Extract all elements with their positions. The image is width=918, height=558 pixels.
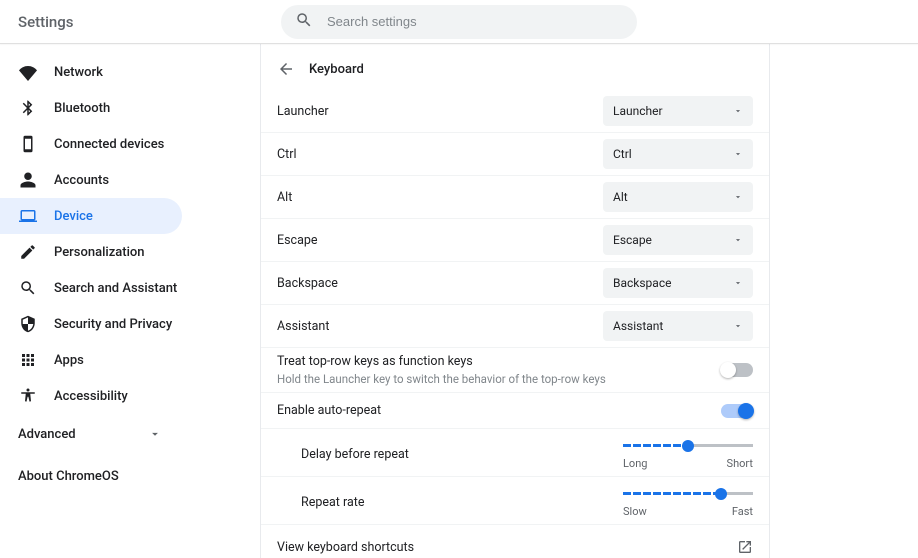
chevron-down-icon (733, 321, 743, 331)
sidebar-item-personalization[interactable]: Personalization (0, 234, 182, 270)
keymap-label: Escape (277, 233, 318, 248)
chevron-down-icon (733, 192, 743, 202)
sidebar-item-security-privacy[interactable]: Security and Privacy (0, 306, 182, 342)
back-icon[interactable] (277, 60, 295, 78)
header: Settings (0, 0, 918, 44)
select-value: Launcher (613, 104, 663, 118)
sidebar-item-label: Security and Privacy (54, 317, 172, 332)
rate-max-label: Fast (732, 505, 753, 518)
rate-min-label: Slow (623, 505, 647, 518)
select-value: Alt (613, 190, 628, 204)
sidebar-item-network[interactable]: Network (0, 54, 182, 90)
toprow-label: Treat top-row keys as function keys (277, 354, 606, 369)
sidebar-item-bluetooth[interactable]: Bluetooth (0, 90, 182, 126)
sidebar: Network Bluetooth Connected devices Acco… (0, 44, 260, 558)
sidebar-item-label: Network (54, 65, 103, 80)
autorepeat-label: Enable auto-repeat (277, 403, 381, 418)
keymap-label: Launcher (277, 104, 329, 119)
keymap-select-launcher[interactable]: Launcher (603, 96, 753, 126)
keymap-row-assistant: Assistant Assistant (261, 305, 769, 348)
sidebar-item-label: Apps (54, 353, 84, 368)
select-value: Assistant (613, 319, 663, 333)
keymap-row-launcher: Launcher Launcher (261, 90, 769, 133)
keymap-label: Backspace (277, 276, 338, 291)
sidebar-item-accessibility[interactable]: Accessibility (0, 378, 182, 414)
autorepeat-setting: Enable auto-repeat (261, 393, 769, 429)
sidebar-item-search-assistant[interactable]: Search and Assistant (0, 270, 182, 306)
chevron-down-icon (733, 235, 743, 245)
delay-min-label: Long (623, 457, 647, 470)
rate-slider[interactable] (623, 487, 753, 501)
keymap-row-escape: Escape Escape (261, 219, 769, 262)
keymap-row-backspace: Backspace Backspace (261, 262, 769, 305)
select-value: Escape (613, 233, 652, 247)
select-value: Ctrl (613, 147, 632, 161)
sidebar-item-connected-devices[interactable]: Connected devices (0, 126, 182, 162)
keymap-label: Assistant (277, 319, 329, 334)
delay-label: Delay before repeat (301, 447, 409, 462)
keymap-select-alt[interactable]: Alt (603, 182, 753, 212)
chevron-down-icon (733, 278, 743, 288)
autorepeat-toggle[interactable] (721, 404, 753, 418)
chevron-down-icon (733, 106, 743, 116)
sidebar-item-label: Accessibility (54, 389, 128, 404)
bluetooth-icon (18, 98, 38, 118)
search-box[interactable] (281, 5, 637, 39)
sidebar-item-label: Connected devices (54, 137, 164, 152)
sidebar-item-apps[interactable]: Apps (0, 342, 182, 378)
search-input[interactable] (327, 14, 587, 29)
toprow-toggle[interactable] (721, 363, 753, 377)
keymap-select-escape[interactable]: Escape (603, 225, 753, 255)
phone-icon (18, 134, 38, 154)
keymap-row-alt: Alt Alt (261, 176, 769, 219)
advanced-label: Advanced (18, 427, 76, 442)
search-icon (18, 278, 38, 298)
shortcuts-link[interactable]: View keyboard shortcuts (261, 525, 769, 558)
shortcuts-label: View keyboard shortcuts (277, 540, 414, 555)
chevron-down-icon (148, 427, 162, 441)
open-in-new-icon (737, 539, 753, 555)
sidebar-item-label: Device (54, 209, 93, 224)
pen-icon (18, 242, 38, 262)
keymap-label: Alt (277, 190, 292, 205)
page-title: Keyboard (309, 62, 364, 77)
sidebar-item-label: Bluetooth (54, 101, 110, 116)
toprow-sublabel: Hold the Launcher key to switch the beha… (277, 372, 606, 386)
grid-icon (18, 350, 38, 370)
delay-setting: Delay before repeat Long Short (261, 429, 769, 477)
sidebar-item-label: Personalization (54, 245, 145, 260)
delay-slider[interactable] (623, 439, 753, 453)
keymap-row-ctrl: Ctrl Ctrl (261, 133, 769, 176)
rate-setting: Repeat rate Slow Fast (261, 477, 769, 525)
select-value: Backspace (613, 276, 671, 290)
page-header: Keyboard (261, 52, 769, 90)
wifi-icon (18, 62, 38, 82)
main-panel: Keyboard Launcher Launcher Ctrl Ctrl Alt (260, 44, 770, 558)
keymap-select-ctrl[interactable]: Ctrl (603, 139, 753, 169)
sidebar-about[interactable]: About ChromeOS (0, 458, 260, 494)
sidebar-item-accounts[interactable]: Accounts (0, 162, 182, 198)
laptop-icon (18, 206, 38, 226)
shield-icon (18, 314, 38, 334)
accessibility-icon (18, 386, 38, 406)
app-title: Settings (18, 13, 74, 31)
delay-max-label: Short (727, 457, 753, 470)
chevron-down-icon (733, 149, 743, 159)
keymap-label: Ctrl (277, 147, 297, 162)
search-icon (295, 11, 313, 33)
sidebar-item-label: Accounts (54, 173, 109, 188)
keymap-select-assistant[interactable]: Assistant (603, 311, 753, 341)
toprow-setting: Treat top-row keys as function keys Hold… (261, 348, 769, 393)
rate-label: Repeat rate (301, 495, 364, 510)
sidebar-advanced[interactable]: Advanced (0, 416, 260, 452)
keymap-select-backspace[interactable]: Backspace (603, 268, 753, 298)
person-icon (18, 170, 38, 190)
sidebar-item-label: Search and Assistant (54, 281, 177, 296)
sidebar-item-device[interactable]: Device (0, 198, 182, 234)
about-label: About ChromeOS (18, 469, 119, 484)
